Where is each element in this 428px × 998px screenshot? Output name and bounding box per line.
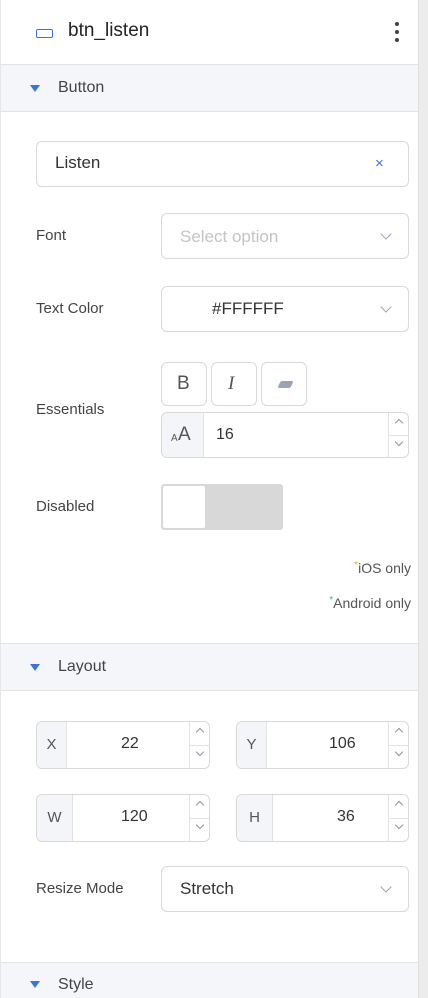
ios-only-note: *iOS only bbox=[354, 560, 411, 576]
chevron-down-icon bbox=[380, 228, 392, 240]
resize-mode-label: Resize Mode bbox=[36, 880, 124, 897]
x-stepper[interactable] bbox=[189, 722, 210, 768]
increment-icon[interactable] bbox=[389, 413, 409, 435]
y-prefix: Y bbox=[237, 722, 267, 768]
section-label: Button bbox=[58, 79, 105, 96]
button-text-value: Listen bbox=[55, 153, 101, 172]
section-label: Layout bbox=[58, 658, 107, 675]
kebab-menu-icon[interactable] bbox=[389, 18, 405, 46]
x-input[interactable]: X 22 bbox=[36, 721, 210, 769]
decrement-icon[interactable] bbox=[389, 435, 409, 457]
w-input[interactable]: W 120 bbox=[36, 794, 210, 842]
disabled-toggle[interactable] bbox=[161, 484, 283, 530]
section-header-layout[interactable]: Layout bbox=[1, 643, 419, 691]
font-placeholder: Select option bbox=[180, 227, 279, 246]
text-color-value: #FFFFFF bbox=[212, 299, 284, 318]
y-value: 106 bbox=[329, 735, 356, 752]
italic-button[interactable]: I bbox=[211, 362, 257, 406]
font-label: Font bbox=[36, 227, 67, 244]
y-input[interactable]: Y 106 bbox=[236, 721, 409, 769]
x-prefix: X bbox=[37, 722, 67, 768]
section-label: Style bbox=[58, 976, 94, 993]
increment-icon[interactable] bbox=[190, 795, 210, 818]
button-icon bbox=[36, 29, 53, 38]
decrement-icon[interactable] bbox=[389, 745, 409, 768]
clear-icon[interactable]: × bbox=[375, 155, 384, 172]
w-value: 120 bbox=[121, 808, 148, 825]
y-stepper[interactable] bbox=[388, 722, 409, 768]
text-color-select[interactable]: #FFFFFF bbox=[161, 286, 409, 332]
font-size-input[interactable]: A A 16 bbox=[161, 412, 409, 458]
decrement-icon[interactable] bbox=[389, 818, 409, 841]
w-prefix: W bbox=[37, 795, 73, 841]
chevron-down-icon bbox=[380, 881, 392, 893]
italic-glyph: I bbox=[228, 373, 235, 394]
collapse-triangle-icon bbox=[30, 664, 40, 671]
h-input[interactable]: H 36 bbox=[236, 794, 409, 842]
h-value: 36 bbox=[337, 808, 355, 825]
collapse-triangle-icon bbox=[30, 981, 40, 988]
x-value: 22 bbox=[121, 735, 139, 752]
eraser-button[interactable] bbox=[261, 362, 307, 406]
w-stepper[interactable] bbox=[189, 795, 210, 841]
section-header-button[interactable]: Button bbox=[1, 64, 419, 112]
section-header-style[interactable]: Style bbox=[1, 962, 419, 998]
h-prefix: H bbox=[237, 795, 273, 841]
toggle-knob bbox=[163, 486, 205, 528]
android-only-note: *Android only bbox=[329, 595, 411, 611]
text-color-label: Text Color bbox=[36, 300, 104, 317]
increment-icon[interactable] bbox=[389, 722, 409, 745]
font-size-value: 16 bbox=[216, 426, 234, 443]
disabled-label: Disabled bbox=[36, 498, 95, 515]
button-text-input[interactable]: Listen × bbox=[36, 141, 409, 187]
bold-button[interactable]: B bbox=[161, 362, 207, 406]
decrement-icon[interactable] bbox=[190, 818, 210, 841]
scrollbar[interactable] bbox=[418, 0, 428, 998]
bold-glyph: B bbox=[177, 373, 190, 394]
essentials-label: Essentials bbox=[36, 401, 105, 418]
font-select[interactable]: Select option bbox=[161, 213, 409, 259]
component-name[interactable]: btn_listen bbox=[68, 20, 149, 42]
resize-mode-select[interactable]: Stretch bbox=[161, 866, 409, 912]
increment-icon[interactable] bbox=[389, 795, 409, 818]
properties-panel: btn_listen Button Listen × Font Select o… bbox=[0, 0, 419, 998]
collapse-triangle-icon bbox=[30, 85, 40, 92]
chevron-down-icon bbox=[380, 301, 392, 313]
eraser-icon bbox=[277, 381, 294, 388]
h-stepper[interactable] bbox=[388, 795, 409, 841]
decrement-icon[interactable] bbox=[190, 745, 210, 768]
resize-mode-value: Stretch bbox=[180, 879, 234, 898]
panel-header: btn_listen bbox=[1, 0, 419, 66]
font-size-stepper[interactable] bbox=[388, 413, 409, 457]
increment-icon[interactable] bbox=[190, 722, 210, 745]
font-size-icon: A A bbox=[162, 413, 204, 457]
